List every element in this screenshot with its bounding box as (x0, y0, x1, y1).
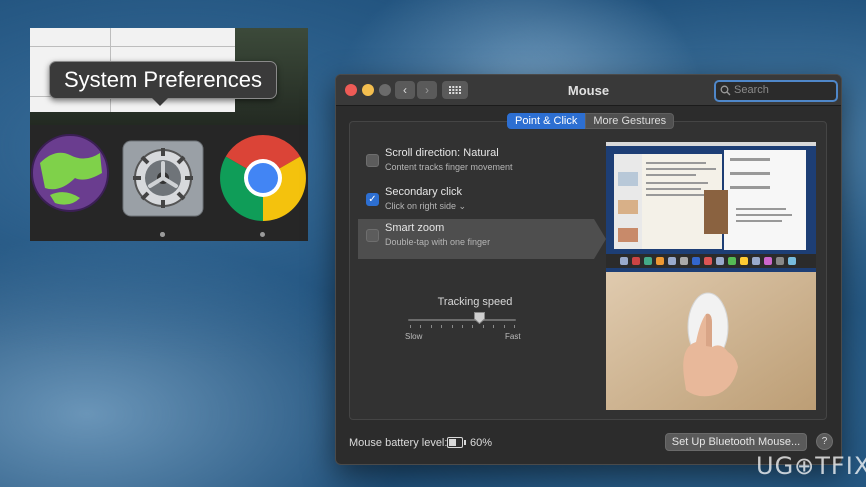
slow-label: Slow (405, 332, 423, 341)
mouse-preferences-window: ‹ › Mouse Scroll direction (335, 74, 842, 465)
slider-tick (493, 325, 495, 328)
slider-tick (451, 325, 453, 328)
chrome-icon[interactable] (220, 135, 306, 221)
smart-zoom-checkbox[interactable] (366, 229, 379, 242)
title-bar: ‹ › Mouse (336, 75, 841, 106)
tab-more-gestures[interactable]: More Gestures (585, 113, 675, 129)
search-icon (720, 85, 731, 96)
gesture-preview (606, 142, 816, 410)
slider-tick (441, 325, 443, 328)
help-button[interactable]: ? (816, 433, 833, 450)
search-field[interactable] (714, 80, 838, 102)
dock-tooltip: System Preferences (49, 61, 277, 99)
running-indicator (160, 232, 165, 237)
tab-point-and-click[interactable]: Point & Click (507, 113, 586, 129)
option-secondary-click[interactable]: ✓ Secondary click Click on right side ⌄ (358, 183, 594, 223)
slider-tick (410, 325, 411, 328)
battery-value: 60% (470, 437, 493, 449)
slider-tick (462, 325, 463, 328)
chevron-down-icon: ⌄ (458, 201, 467, 211)
battery-fill (449, 439, 456, 446)
option-title: Secondary click (385, 186, 463, 198)
option-subtitle: Content tracks finger movement (385, 162, 513, 172)
scroll-direction-checkbox[interactable] (366, 154, 379, 167)
secondary-click-popup[interactable]: Click on right side ⌄ (385, 201, 466, 212)
option-subtitle: Click on right side (385, 201, 457, 211)
slider-tick (472, 325, 474, 328)
search-input[interactable] (734, 83, 830, 97)
highlight-pointer (594, 219, 606, 259)
slider-tick (430, 325, 432, 328)
system-preferences-icon[interactable] (122, 140, 204, 217)
slider-tick (503, 325, 505, 328)
tracking-speed-label: Tracking speed (437, 296, 513, 308)
running-indicator (260, 232, 265, 237)
slider-tick (514, 325, 515, 328)
secondary-click-checkbox[interactable]: ✓ (366, 193, 379, 206)
option-scroll-direction[interactable]: Scroll direction: Natural Content tracks… (358, 144, 594, 184)
set-up-bluetooth-mouse-button[interactable]: Set Up Bluetooth Mouse... (665, 433, 807, 451)
settings-panel: Scroll direction: Natural Content tracks… (349, 121, 827, 420)
battery-icon (447, 437, 466, 448)
watermark-logo: UG⊕TFIX (756, 452, 866, 480)
option-title: Scroll direction: Natural (385, 147, 499, 159)
option-title: Smart zoom (385, 222, 445, 234)
slider-tick (482, 325, 484, 328)
battery-label: Mouse battery level: (349, 437, 448, 449)
dock-screenshot: System Preferences (30, 28, 308, 241)
fast-label: Fast (505, 332, 521, 341)
globe-app-icon[interactable] (30, 133, 110, 213)
tracking-speed-slider[interactable] (408, 319, 516, 321)
option-subtitle: Double-tap with one finger (385, 237, 491, 247)
slider-thumb[interactable] (474, 312, 486, 324)
option-smart-zoom[interactable]: Smart zoom Double-tap with one finger (358, 219, 594, 259)
tab-bar: Point & Click More Gestures (507, 113, 675, 129)
tooltip-arrow (151, 97, 169, 106)
slider-tick (420, 325, 422, 328)
